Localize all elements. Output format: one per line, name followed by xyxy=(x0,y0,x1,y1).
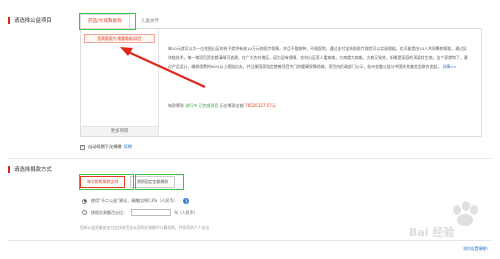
percentage-input[interactable] xyxy=(131,209,171,216)
highlight-box-mode-1 xyxy=(79,174,134,190)
auto-renew-option[interactable]: ✓ 自动续期下次捐赠 续期 xyxy=(80,144,132,150)
tab-children[interactable]: 儿童关怀 xyxy=(133,14,167,28)
project-description-text: 每10元就可以为一位贫困山区的孩子提供有效10万元的医疗保障，并且不限病种，不限… xyxy=(168,46,468,69)
radio-suggested[interactable] xyxy=(82,198,87,204)
project-section-title: 请选择公益项目 xyxy=(8,16,52,24)
status-prefix: 每款筹款 xyxy=(168,103,184,108)
donation-section-title: 请选择捐款方式 xyxy=(8,165,52,173)
highlight-box-mode-2 xyxy=(135,174,184,190)
section-divider xyxy=(8,158,492,159)
project-status: 每款筹款 进行中 已完成项目 历史筹款金额 76526127.57元 xyxy=(168,103,276,109)
status-completed: 已完成项目 xyxy=(198,103,219,108)
project-list: 您需要照片/需要救助/项目 更多项目 xyxy=(81,29,159,136)
title-accent-bar xyxy=(8,16,10,24)
status-total-amount: 76526127.57元 xyxy=(245,103,276,108)
donation-tip: 您的公益贡献由支付宝扶贫资金从您的交易额中计算扣除，并非您的个人支出 xyxy=(80,225,210,230)
title-accent-bar xyxy=(8,165,10,173)
radio-selected-dot xyxy=(83,200,86,202)
radio-option-percentage[interactable]: 按照交易额百分比： %（人民币） xyxy=(82,209,198,216)
status-total-label: 历史筹款金额 xyxy=(219,103,244,108)
radio-percentage-unit: %（人民币） xyxy=(174,209,198,215)
help-icon[interactable]: ? xyxy=(183,198,190,204)
watermark-text: Bai 经验 xyxy=(409,226,455,239)
status-progress: 进行中 xyxy=(185,103,198,108)
details-link[interactable]: 详情>> xyxy=(442,64,456,69)
project-item-selected[interactable]: 您需要照片/需要救助/项目 xyxy=(84,34,155,43)
auto-renew-link[interactable]: 续期 xyxy=(124,144,132,150)
auto-renew-checkbox[interactable]: ✓ xyxy=(80,144,85,150)
radio-option-suggested[interactable]: 使用“不二公益”建议，捐赠比例0.3%（人民币） ? xyxy=(82,198,190,204)
project-section-title-text: 请选择公益项目 xyxy=(14,18,52,24)
highlight-box-tab xyxy=(79,13,136,30)
auto-renew-label: 自动续期下次捐赠 xyxy=(88,144,122,149)
radio-percentage[interactable] xyxy=(82,210,87,215)
radio-percentage-label: 按照交易额百分比： xyxy=(91,209,127,215)
more-projects-button[interactable]: 更多项目 xyxy=(81,126,158,136)
donation-section-title-text: 请选择捐款方式 xyxy=(14,167,52,173)
project-description: 每10元就可以为一位贫困山区的孩子提供有效10万元的医疗保障，并且不限病种，不限… xyxy=(168,44,468,71)
radio-suggested-label: 使用“不二公益”建议，捐赠比例0.3%（人民币） xyxy=(91,198,178,203)
